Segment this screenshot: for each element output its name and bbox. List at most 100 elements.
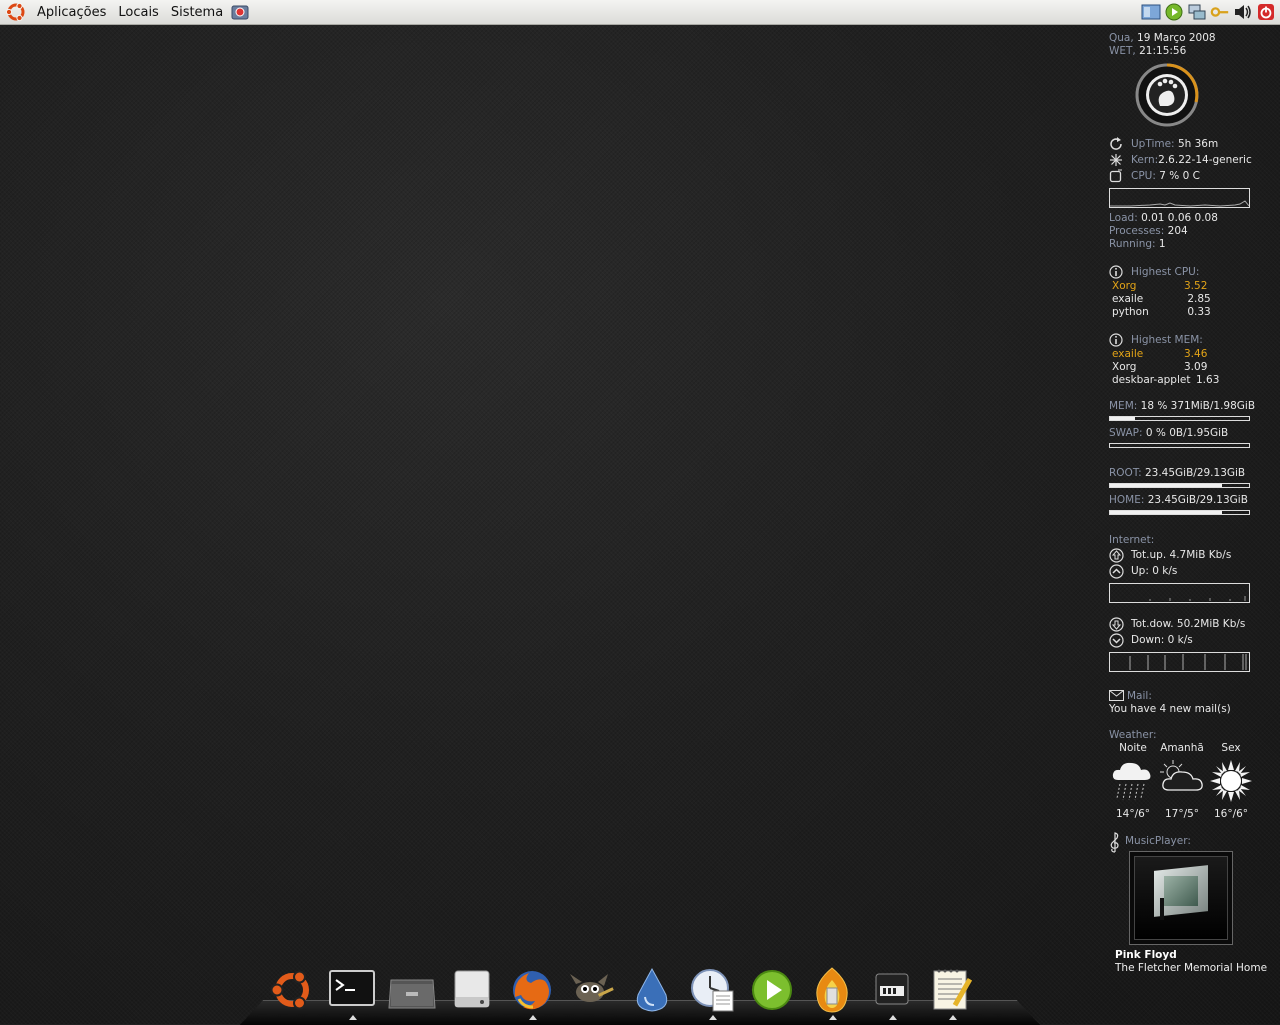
cpu-label: CPU: bbox=[1131, 170, 1156, 182]
mail-icon bbox=[1109, 690, 1124, 701]
process-value: 3.09 bbox=[1184, 361, 1208, 373]
total-upload-icon bbox=[1109, 548, 1124, 563]
cpu-value: 7 % 0 C bbox=[1159, 170, 1200, 182]
timezone-label: WET, bbox=[1109, 45, 1136, 57]
package-launcher-icon[interactable] bbox=[229, 1, 251, 23]
process-value: 3.46 bbox=[1184, 348, 1208, 360]
network-icon[interactable] bbox=[1187, 2, 1207, 22]
mem-process-row: deskbar-applet 1.63 bbox=[1109, 374, 1275, 387]
process-name: python bbox=[1112, 306, 1149, 318]
menu-system[interactable]: Sistema bbox=[165, 0, 229, 24]
network-icon bbox=[875, 973, 909, 1005]
cpu-process-row: exaile 2.85 bbox=[1109, 293, 1275, 306]
weather-label: Weather: bbox=[1109, 729, 1157, 741]
weather-day: Amanhã 17°/5° bbox=[1158, 742, 1206, 821]
home-value: 23.45GiB/29.13GiB bbox=[1147, 494, 1248, 506]
running-value: 1 bbox=[1158, 238, 1166, 250]
firefox-icon bbox=[513, 971, 551, 1010]
file-cabinet-icon bbox=[388, 979, 436, 1009]
sun-icon bbox=[1210, 760, 1252, 802]
kern-label: Kern: bbox=[1131, 154, 1159, 166]
weather-temp: 17°/5° bbox=[1164, 808, 1200, 820]
process-value: 2.85 bbox=[1187, 293, 1211, 305]
dock-item-file-cabinet[interactable] bbox=[382, 962, 442, 1018]
play-icon[interactable] bbox=[1164, 2, 1184, 22]
dock-item-firefox[interactable] bbox=[502, 962, 562, 1020]
terminal-icon bbox=[329, 970, 375, 1006]
cpu-icon bbox=[1109, 169, 1122, 183]
process-value: 1.63 bbox=[1196, 374, 1220, 386]
dock-item-ubuntu[interactable] bbox=[262, 962, 322, 1018]
deluge-icon bbox=[636, 967, 668, 1012]
music-label: MusicPlayer: bbox=[1125, 835, 1191, 847]
menu-places[interactable]: Locais bbox=[112, 0, 164, 24]
treble-clef-icon bbox=[1110, 832, 1119, 853]
text-editor-icon bbox=[933, 969, 973, 1010]
uptime-icon bbox=[1110, 137, 1122, 150]
mem-bar-fill bbox=[1110, 417, 1136, 420]
mem-value: 18 % 371MiB/1.98GiB bbox=[1140, 400, 1256, 412]
dock-item-deluge[interactable] bbox=[622, 962, 682, 1018]
weather-temp: 16°/6° bbox=[1213, 808, 1249, 820]
dock-item-text-editor[interactable] bbox=[922, 962, 982, 1020]
workspace-icon[interactable] bbox=[1141, 2, 1161, 22]
dock-item-network-manager[interactable] bbox=[862, 962, 922, 1020]
swap-label: SWAP: bbox=[1109, 427, 1143, 439]
mail-label: Mail: bbox=[1127, 690, 1152, 702]
running-label: Running: bbox=[1109, 238, 1156, 250]
mem-bar bbox=[1109, 416, 1250, 421]
gimp-icon bbox=[570, 974, 614, 1002]
cpu-process-row: python 0.33 bbox=[1109, 306, 1275, 319]
volume-icon[interactable] bbox=[1233, 2, 1253, 22]
total-download-icon bbox=[1109, 617, 1124, 632]
mem-process-row: exaile 3.46 bbox=[1109, 348, 1275, 361]
mem-label: MEM: bbox=[1109, 400, 1138, 412]
highest-cpu-label: Highest CPU: bbox=[1131, 266, 1200, 278]
download-icon bbox=[1109, 633, 1124, 648]
totdown-value: 50.2MiB Kb/s bbox=[1176, 618, 1246, 630]
process-name: Xorg bbox=[1112, 361, 1137, 373]
dock-item-firestarter[interactable] bbox=[802, 962, 862, 1020]
media-player-icon bbox=[752, 970, 792, 1010]
dock-item-drive[interactable] bbox=[442, 962, 502, 1018]
download-graph bbox=[1109, 652, 1250, 672]
weather-day-name: Amanhã bbox=[1160, 742, 1204, 754]
menu-applications[interactable]: Aplicações bbox=[31, 0, 112, 24]
processes-value: 204 bbox=[1167, 225, 1188, 237]
uptime-value: 5h 36m bbox=[1177, 138, 1219, 150]
weather-forecast: Noite 14°/6° Amanhã 17°/5° Sex 16°/6° bbox=[1109, 742, 1255, 821]
top-panel: Aplicações Locais Sistema bbox=[0, 0, 1280, 25]
totup-label: Tot.up. bbox=[1131, 549, 1167, 561]
dock-item-gimp[interactable] bbox=[562, 962, 622, 1018]
up-value: 0 k/s bbox=[1152, 565, 1178, 577]
mem-process-row: Xorg 3.09 bbox=[1109, 361, 1275, 374]
time-value: 21:15:56 bbox=[1139, 45, 1187, 57]
upload-graph bbox=[1109, 583, 1250, 603]
date-value: 19 Março 2008 bbox=[1137, 32, 1216, 44]
mail-value: You have 4 new mail(s) bbox=[1109, 703, 1231, 715]
dock-item-evolution[interactable] bbox=[682, 962, 742, 1020]
load-value: 0.01 0.06 0.08 bbox=[1141, 212, 1218, 224]
totdown-label: Tot.dow. bbox=[1131, 618, 1174, 630]
uptime-label: UpTime: bbox=[1131, 138, 1175, 150]
dock-item-terminal[interactable] bbox=[322, 962, 382, 1020]
partly-cloudy-icon bbox=[1160, 760, 1203, 791]
down-value: 0 k/s bbox=[1167, 634, 1193, 646]
music-album: The Fletcher Memorial Home bbox=[1115, 962, 1268, 974]
keys-icon[interactable] bbox=[1210, 2, 1230, 22]
weather-temp: 14°/6° bbox=[1115, 808, 1151, 820]
conky-monitor: Qua, 19 Março 2008 WET, 21:15:56 UpTime:… bbox=[1109, 32, 1275, 975]
home-label: HOME: bbox=[1109, 494, 1145, 506]
dock bbox=[262, 962, 982, 1020]
dock-item-media-player[interactable] bbox=[742, 962, 802, 1018]
system-tray bbox=[1141, 2, 1276, 22]
home-bar bbox=[1109, 510, 1250, 515]
desktop-background bbox=[0, 24, 1280, 1024]
ubuntu-logo-icon[interactable] bbox=[5, 1, 27, 23]
process-name: exaile bbox=[1112, 293, 1144, 305]
power-icon[interactable] bbox=[1256, 2, 1276, 22]
kernel-icon bbox=[1110, 154, 1122, 166]
load-label: Load: bbox=[1109, 212, 1138, 224]
root-bar bbox=[1109, 483, 1250, 488]
date-label: Qua, bbox=[1109, 32, 1134, 44]
